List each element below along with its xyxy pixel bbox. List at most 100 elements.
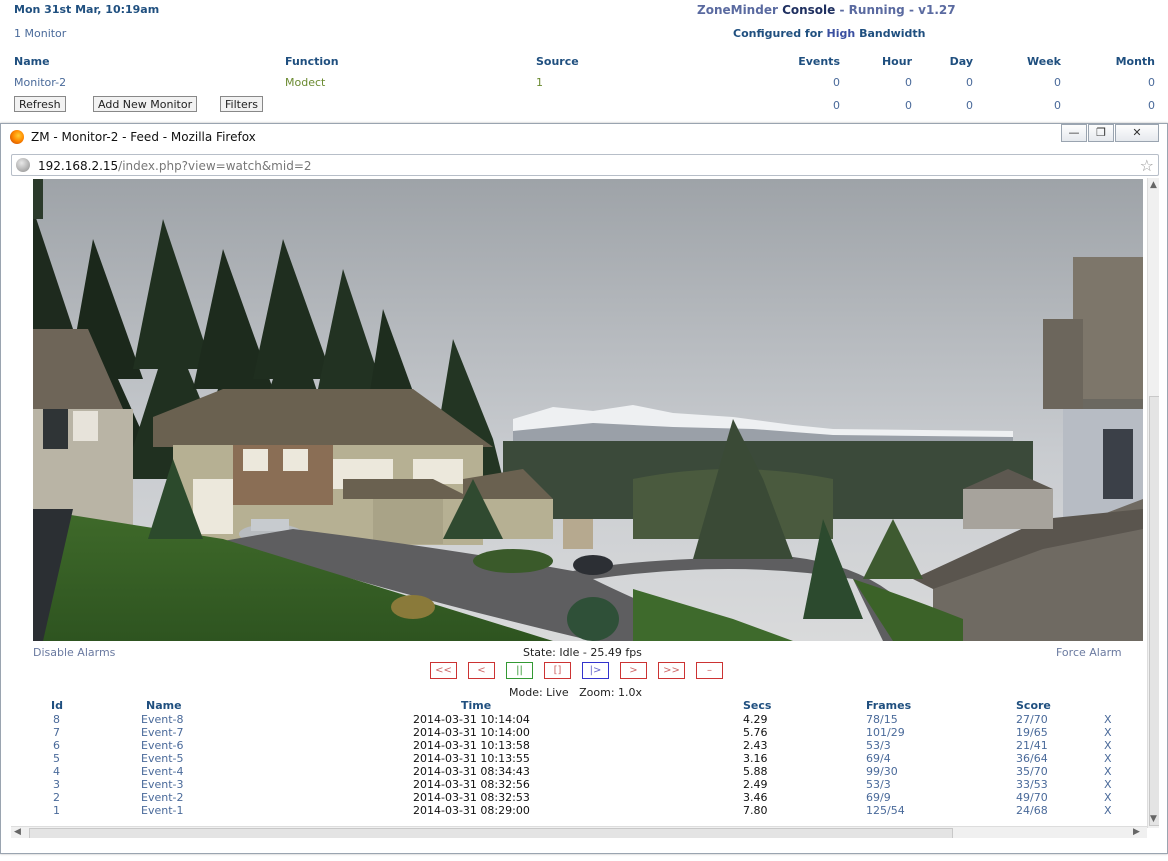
event-id-link[interactable]: 1 bbox=[53, 804, 60, 817]
bookmark-star-icon[interactable]: ☆ bbox=[1140, 156, 1154, 175]
col-header-day[interactable]: Day bbox=[913, 55, 973, 68]
event-score-link[interactable]: 36/64 bbox=[1016, 752, 1048, 765]
event-id-link[interactable]: 6 bbox=[53, 739, 60, 752]
event-delete-link[interactable]: X bbox=[1104, 778, 1112, 791]
stop-button[interactable]: [] bbox=[544, 662, 571, 679]
event-frames-link[interactable]: 78/15 bbox=[866, 713, 898, 726]
col-header-week[interactable]: Week bbox=[1001, 55, 1061, 68]
scroll-left-arrow-icon[interactable]: ◀ bbox=[14, 827, 21, 837]
event-secs: 7.80 bbox=[743, 804, 768, 817]
monitor-week-count[interactable]: 0 bbox=[1001, 76, 1061, 89]
event-id-link[interactable]: 4 bbox=[53, 765, 60, 778]
total-hour: 0 bbox=[905, 99, 912, 112]
fast-rewind-button[interactable]: << bbox=[430, 662, 457, 679]
monitor-name-link[interactable]: Monitor-2 bbox=[14, 76, 66, 89]
event-name-link[interactable]: Event-4 bbox=[141, 765, 183, 778]
event-id-link[interactable]: 2 bbox=[53, 791, 60, 804]
address-bar[interactable]: 192.168.2.15/index.php?view=watch&mid=2 … bbox=[11, 154, 1159, 176]
minimize-icon[interactable]: — bbox=[1061, 124, 1087, 142]
play-button[interactable]: |> bbox=[582, 662, 609, 679]
monitor-day-count[interactable]: 0 bbox=[913, 76, 973, 89]
monitor-month-count[interactable]: 0 bbox=[1095, 76, 1155, 89]
console-link[interactable]: Console bbox=[782, 3, 835, 17]
event-name-link[interactable]: Event-3 bbox=[141, 778, 183, 791]
version-link[interactable]: v1.27 bbox=[918, 3, 955, 17]
monitor-source-link[interactable]: 1 bbox=[536, 76, 543, 89]
event-score-link[interactable]: 27/70 bbox=[1016, 713, 1048, 726]
event-id-link[interactable]: 3 bbox=[53, 778, 60, 791]
monitor-state: State: Idle - 25.49 fps bbox=[523, 646, 642, 659]
vertical-scrollbar[interactable]: ▲ ▼ bbox=[1147, 178, 1159, 828]
scroll-down-arrow-icon[interactable]: ▼ bbox=[1150, 814, 1157, 824]
event-name-link[interactable]: Event-7 bbox=[141, 726, 183, 739]
horizontal-scrollbar[interactable]: ◀ ▶ bbox=[11, 826, 1147, 838]
disable-alarms-link[interactable]: Disable Alarms bbox=[33, 646, 115, 659]
filters-button[interactable]: Filters bbox=[220, 96, 263, 112]
event-name-link[interactable]: Event-8 bbox=[141, 713, 183, 726]
event-score-link[interactable]: 21/41 bbox=[1016, 739, 1048, 752]
step-forward-button[interactable]: > bbox=[620, 662, 647, 679]
url-host: 192.168.2.15 bbox=[38, 159, 119, 173]
scroll-right-arrow-icon[interactable]: ▶ bbox=[1133, 827, 1140, 837]
event-delete-link[interactable]: X bbox=[1104, 752, 1112, 765]
event-name-link[interactable]: Event-6 bbox=[141, 739, 183, 752]
url-text[interactable]: 192.168.2.15/index.php?view=watch&mid=2 bbox=[38, 159, 312, 173]
event-frames-link[interactable]: 69/9 bbox=[866, 791, 891, 804]
monitor-events-count[interactable]: 0 bbox=[780, 76, 840, 89]
monitor-function-link[interactable]: Modect bbox=[285, 76, 325, 89]
event-score-link[interactable]: 35/70 bbox=[1016, 765, 1048, 778]
fast-forward-button[interactable]: >> bbox=[658, 662, 685, 679]
event-id-link[interactable]: 8 bbox=[53, 713, 60, 726]
events-header-secs[interactable]: Secs bbox=[743, 699, 771, 712]
event-delete-link[interactable]: X bbox=[1104, 804, 1112, 817]
horizontal-scroll-thumb[interactable] bbox=[29, 828, 953, 838]
vertical-scroll-thumb[interactable] bbox=[1149, 396, 1159, 826]
event-name-link[interactable]: Event-5 bbox=[141, 752, 183, 765]
col-header-function[interactable]: Function bbox=[285, 55, 339, 68]
events-header-name[interactable]: Name bbox=[146, 699, 182, 712]
event-delete-link[interactable]: X bbox=[1104, 713, 1112, 726]
events-header-score[interactable]: Score bbox=[1016, 699, 1051, 712]
event-delete-link[interactable]: X bbox=[1104, 791, 1112, 804]
window-titlebar[interactable]: ZM - Monitor-2 - Feed - Mozilla Firefox … bbox=[1, 124, 1167, 150]
event-frames-link[interactable]: 99/30 bbox=[866, 765, 898, 778]
event-frames-link[interactable]: 101/29 bbox=[866, 726, 905, 739]
col-header-events[interactable]: Events bbox=[780, 55, 840, 68]
col-header-month[interactable]: Month bbox=[1095, 55, 1155, 68]
event-id-link[interactable]: 5 bbox=[53, 752, 60, 765]
close-icon[interactable]: ✕ bbox=[1115, 124, 1159, 142]
event-score-link[interactable]: 49/70 bbox=[1016, 791, 1048, 804]
event-time: 2014-03-31 08:29:00 bbox=[413, 804, 530, 817]
event-score-link[interactable]: 24/68 bbox=[1016, 804, 1048, 817]
event-delete-link[interactable]: X bbox=[1104, 765, 1112, 778]
event-score-link[interactable]: 33/53 bbox=[1016, 778, 1048, 791]
event-name-link[interactable]: Event-1 bbox=[141, 804, 183, 817]
event-id-link[interactable]: 7 bbox=[53, 726, 60, 739]
col-header-source[interactable]: Source bbox=[536, 55, 579, 68]
event-score-link[interactable]: 19/65 bbox=[1016, 726, 1048, 739]
zoom-out-button[interactable]: – bbox=[696, 662, 723, 679]
monitor-hour-count[interactable]: 0 bbox=[852, 76, 912, 89]
events-header-frames[interactable]: Frames bbox=[866, 699, 911, 712]
events-header-time[interactable]: Time bbox=[461, 699, 491, 712]
step-back-button[interactable]: < bbox=[468, 662, 495, 679]
events-header-id[interactable]: Id bbox=[51, 699, 63, 712]
event-name-link[interactable]: Event-2 bbox=[141, 791, 183, 804]
state-link[interactable]: Running bbox=[849, 3, 905, 17]
force-alarm-link[interactable]: Force Alarm bbox=[1056, 646, 1122, 659]
event-delete-link[interactable]: X bbox=[1104, 726, 1112, 739]
event-frames-link[interactable]: 53/3 bbox=[866, 778, 891, 791]
event-frames-link[interactable]: 53/3 bbox=[866, 739, 891, 752]
col-header-name[interactable]: Name bbox=[14, 55, 50, 68]
pause-button[interactable]: || bbox=[506, 662, 533, 679]
scroll-up-arrow-icon[interactable]: ▲ bbox=[1150, 180, 1157, 190]
event-frames-link[interactable]: 69/4 bbox=[866, 752, 891, 765]
bandwidth-link[interactable]: High bbox=[827, 27, 856, 40]
col-header-hour[interactable]: Hour bbox=[852, 55, 912, 68]
camera-feed-image[interactable] bbox=[33, 179, 1143, 641]
event-delete-link[interactable]: X bbox=[1104, 739, 1112, 752]
add-new-monitor-button[interactable]: Add New Monitor bbox=[93, 96, 198, 112]
event-frames-link[interactable]: 125/54 bbox=[866, 804, 905, 817]
restore-icon[interactable]: ❐ bbox=[1088, 124, 1114, 142]
refresh-button[interactable]: Refresh bbox=[14, 96, 66, 112]
